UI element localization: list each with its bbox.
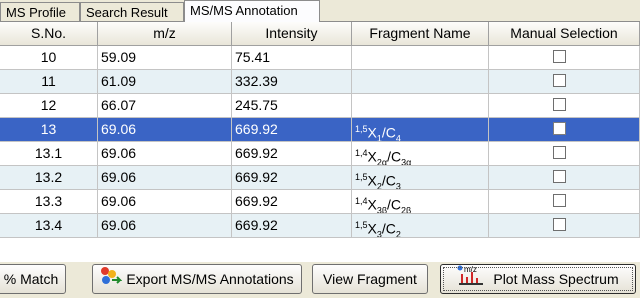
- cell-sno: 11: [0, 70, 98, 93]
- table-row[interactable]: 12 66.07 245.75: [0, 94, 640, 118]
- cell-manual-selection: [489, 166, 640, 189]
- button-bar: % Match Export MS/MS Annotations View Fr…: [0, 262, 640, 298]
- cell-fragment-name: 1,5X3/C2: [352, 214, 489, 237]
- plot-mass-spectrum-label: Plot Mass Spectrum: [493, 271, 619, 288]
- fragment-main: X: [367, 220, 377, 237]
- cell-mz: 61.09: [98, 70, 232, 93]
- fragment-sup: 1,4: [355, 148, 368, 158]
- manual-selection-checkbox[interactable]: [553, 98, 566, 111]
- cell-manual-selection: [489, 46, 640, 69]
- cell-mz: 69.06: [98, 214, 232, 237]
- manual-selection-checkbox[interactable]: [553, 170, 566, 183]
- cell-mz: 66.07: [98, 94, 232, 117]
- match-button[interactable]: % Match: [0, 264, 66, 294]
- cell-fragment-name: 1,4X3β/C2β: [352, 190, 489, 213]
- cell-mz: 69.06: [98, 118, 232, 141]
- cell-manual-selection: [489, 142, 640, 165]
- tab-ms-profile[interactable]: MS Profile: [0, 2, 80, 21]
- cell-manual-selection: [489, 118, 640, 141]
- table-row[interactable]: 13.3 69.06 669.92 1,4X3β/C2β: [0, 190, 640, 214]
- fragment-sup: 1,5: [355, 172, 368, 182]
- fragment-sub2: 4: [395, 133, 401, 141]
- fragment-main: X: [367, 196, 377, 213]
- cell-manual-selection: [489, 214, 640, 237]
- annotation-table: S.No. m/z Intensity Fragment Name Manual…: [0, 22, 640, 262]
- fragment-tail: /C: [381, 172, 396, 189]
- table-row[interactable]: 13 69.06 669.92 1,5X1/C4: [0, 118, 640, 142]
- fragment-sub2: 3: [395, 181, 401, 189]
- cell-mz: 69.06: [98, 142, 232, 165]
- fragment-tail: /C: [381, 220, 396, 237]
- cell-sno: 13.3: [0, 190, 98, 213]
- tab-search-result[interactable]: Search Result: [80, 2, 184, 21]
- table-row[interactable]: 13.4 69.06 669.92 1,5X3/C2: [0, 214, 640, 238]
- cell-intensity: 669.92: [232, 142, 352, 165]
- cell-manual-selection: [489, 70, 640, 93]
- tab-ms-ms-annotation[interactable]: MS/MS Annotation: [184, 0, 320, 22]
- fragment-main: X: [367, 148, 377, 165]
- fragment-sub2: 2β: [401, 205, 412, 213]
- column-header-manual-selection[interactable]: Manual Selection: [489, 22, 640, 45]
- cell-manual-selection: [489, 94, 640, 117]
- cell-sno: 10: [0, 46, 98, 69]
- plot-mass-spectrum-button[interactable]: m/z Plot Mass Spectrum: [440, 264, 636, 294]
- fragment-tail: /C: [387, 148, 402, 165]
- cell-intensity: 245.75: [232, 94, 352, 117]
- cell-fragment-name: [352, 46, 489, 69]
- cell-fragment-name: 1,4X2α/C3α: [352, 142, 489, 165]
- manual-selection-checkbox[interactable]: [553, 74, 566, 87]
- tab-strip: MS Profile Search Result MS/MS Annotatio…: [0, 0, 640, 22]
- manual-selection-checkbox[interactable]: [553, 194, 566, 207]
- fragment-sub: 3β: [376, 205, 388, 213]
- fragment-main: X: [367, 172, 377, 189]
- table-header: S.No. m/z Intensity Fragment Name Manual…: [0, 22, 640, 46]
- manual-selection-checkbox[interactable]: [553, 146, 566, 159]
- column-header-mz[interactable]: m/z: [98, 22, 232, 45]
- table-row[interactable]: 13.1 69.06 669.92 1,4X2α/C3α: [0, 142, 640, 166]
- export-annotations-button[interactable]: Export MS/MS Annotations: [92, 264, 302, 294]
- cell-intensity: 669.92: [232, 166, 352, 189]
- cell-intensity: 75.41: [232, 46, 352, 69]
- fragment-tail: /C: [387, 196, 402, 213]
- fragment-main: X: [367, 124, 377, 141]
- column-header-fragment-name[interactable]: Fragment Name: [352, 22, 489, 45]
- manual-selection-checkbox[interactable]: [553, 218, 566, 231]
- column-header-intensity[interactable]: Intensity: [232, 22, 352, 45]
- cell-sno: 13.1: [0, 142, 98, 165]
- fragment-sub2: 3α: [401, 157, 412, 165]
- cell-mz: 59.09: [98, 46, 232, 69]
- cell-intensity: 669.92: [232, 190, 352, 213]
- spectrum-icon: m/z: [457, 265, 489, 296]
- table-row[interactable]: 13.2 69.06 669.92 1,5X2/C3: [0, 166, 640, 190]
- fragment-sup: 1,5: [355, 220, 368, 230]
- cell-intensity: 669.92: [232, 214, 352, 237]
- cell-intensity: 332.39: [232, 70, 352, 93]
- view-fragment-button[interactable]: View Fragment: [312, 264, 428, 294]
- cell-mz: 69.06: [98, 166, 232, 189]
- column-header-sno[interactable]: S.No.: [0, 22, 98, 45]
- spectrum-icon-text: m/z: [464, 265, 477, 274]
- cell-sno: 13.2: [0, 166, 98, 189]
- cell-fragment-name: [352, 94, 489, 117]
- cell-manual-selection: [489, 190, 640, 213]
- fragment-sup: 1,5: [355, 124, 368, 134]
- fragment-sub: 2α: [376, 157, 388, 165]
- fragment-tail: /C: [381, 124, 396, 141]
- cell-fragment-name: [352, 70, 489, 93]
- fragment-sup: 1,4: [355, 196, 368, 206]
- cell-mz: 69.06: [98, 190, 232, 213]
- manual-selection-checkbox[interactable]: [553, 122, 566, 135]
- export-annotations-label: Export MS/MS Annotations: [126, 271, 294, 287]
- table-row[interactable]: 10 59.09 75.41: [0, 46, 640, 70]
- fragment-sub2: 2: [395, 229, 401, 237]
- cell-sno: 13.4: [0, 214, 98, 237]
- cell-sno: 13: [0, 118, 98, 141]
- manual-selection-checkbox[interactable]: [553, 50, 566, 63]
- cell-fragment-name: 1,5X2/C3: [352, 166, 489, 189]
- table-row[interactable]: 11 61.09 332.39: [0, 70, 640, 94]
- cell-fragment-name: 1,5X1/C4: [352, 118, 489, 141]
- export-icon: [100, 266, 123, 295]
- cell-intensity: 669.92: [232, 118, 352, 141]
- cell-sno: 12: [0, 94, 98, 117]
